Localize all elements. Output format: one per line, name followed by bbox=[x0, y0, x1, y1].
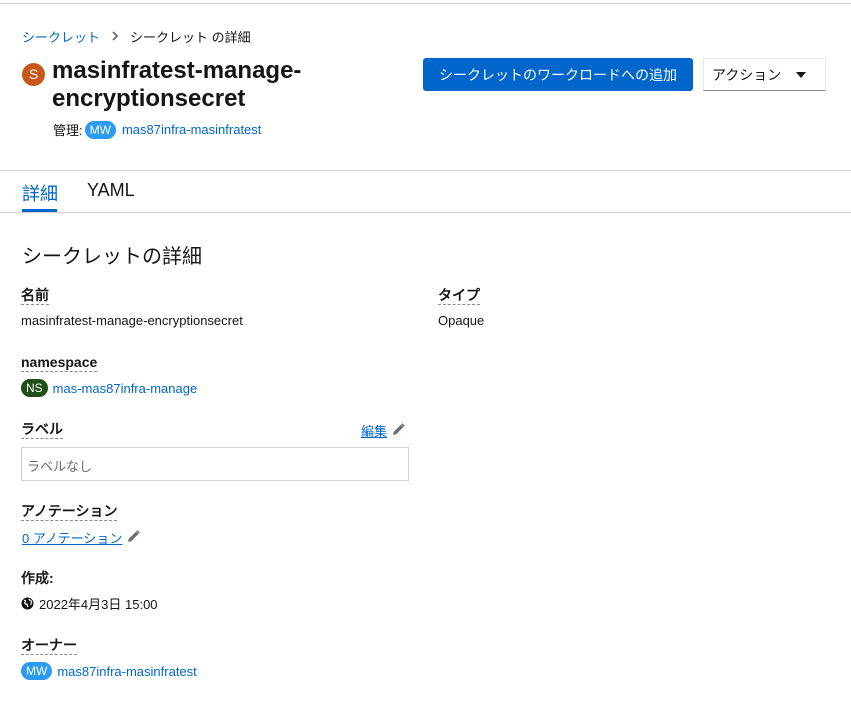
annotations-link-label: 0 アノテーション bbox=[22, 531, 123, 546]
managed-by: 管理: MW mas87infra-masinfratest bbox=[53, 120, 261, 139]
page-title-line1: masinfratest-manage- bbox=[52, 57, 302, 84]
labels-term: ラベル bbox=[21, 421, 63, 439]
tabs-bottom-divider bbox=[0, 212, 851, 213]
globe-icon bbox=[21, 597, 34, 610]
page-title-line2: encryptionsecret bbox=[52, 85, 246, 112]
created-timestamp: 2022年4月3日 15:00 bbox=[39, 597, 158, 612]
caret-down-icon bbox=[796, 72, 806, 78]
created-term: 作成: bbox=[21, 570, 54, 586]
namespace-badge: NS bbox=[21, 379, 48, 397]
owner-value: MW mas87infra-masinfratest bbox=[21, 662, 197, 680]
actions-dropdown-label: アクション bbox=[712, 66, 782, 83]
managed-by-link[interactable]: mas87infra-masinfratest bbox=[122, 122, 261, 137]
actions-dropdown[interactable]: アクション bbox=[703, 58, 826, 91]
namespace-term: namespace bbox=[21, 354, 98, 372]
top-divider bbox=[0, 3, 851, 4]
edit-labels-label: 編集 bbox=[361, 424, 388, 439]
add-secret-to-workload-button[interactable]: シークレットのワークロードへの追加 bbox=[423, 58, 693, 91]
owner-link[interactable]: mas87infra-masinfratest bbox=[57, 664, 196, 679]
labels-empty-text: ラベルなし bbox=[27, 459, 93, 474]
annotations-term: アノテーション bbox=[21, 503, 118, 521]
chevron-right-icon bbox=[112, 29, 119, 44]
tab-yaml[interactable]: YAML bbox=[87, 180, 135, 201]
namespace-link[interactable]: mas-mas87infra-manage bbox=[53, 381, 198, 396]
owner-term: オーナー bbox=[21, 637, 77, 655]
owner-badge: MW bbox=[21, 662, 53, 680]
pencil-icon bbox=[127, 529, 141, 546]
created-value: 2022年4月3日 15:00 bbox=[21, 594, 158, 613]
type-term: タイプ bbox=[438, 287, 480, 305]
breadcrumb: シークレット シークレット の詳細 bbox=[22, 27, 251, 46]
breadcrumb-secrets-link[interactable]: シークレット bbox=[22, 27, 100, 46]
edit-labels-link[interactable]: 編集 bbox=[361, 421, 405, 440]
section-title: シークレットの詳細 bbox=[22, 246, 202, 268]
page-title: masinfratest-manage- encryptionsecret bbox=[52, 57, 392, 113]
managed-by-badge: MW bbox=[84, 120, 116, 139]
type-value: Opaque bbox=[438, 313, 485, 328]
tabs-top-divider bbox=[0, 170, 851, 171]
namespace-value: NS mas-mas87infra-manage bbox=[21, 379, 197, 397]
annotations-link[interactable]: 0 アノテーション bbox=[22, 528, 141, 547]
name-value: masinfratest-manage-encryptionsecret bbox=[21, 313, 243, 328]
breadcrumb-current: シークレット の詳細 bbox=[130, 30, 251, 45]
name-term: 名前 bbox=[21, 287, 49, 305]
pencil-icon bbox=[392, 422, 405, 439]
secret-resource-badge: S bbox=[22, 63, 45, 86]
tab-details[interactable]: 詳細 bbox=[22, 180, 58, 206]
managed-by-label: 管理: bbox=[53, 123, 83, 138]
labels-box: ラベルなし bbox=[21, 447, 409, 481]
